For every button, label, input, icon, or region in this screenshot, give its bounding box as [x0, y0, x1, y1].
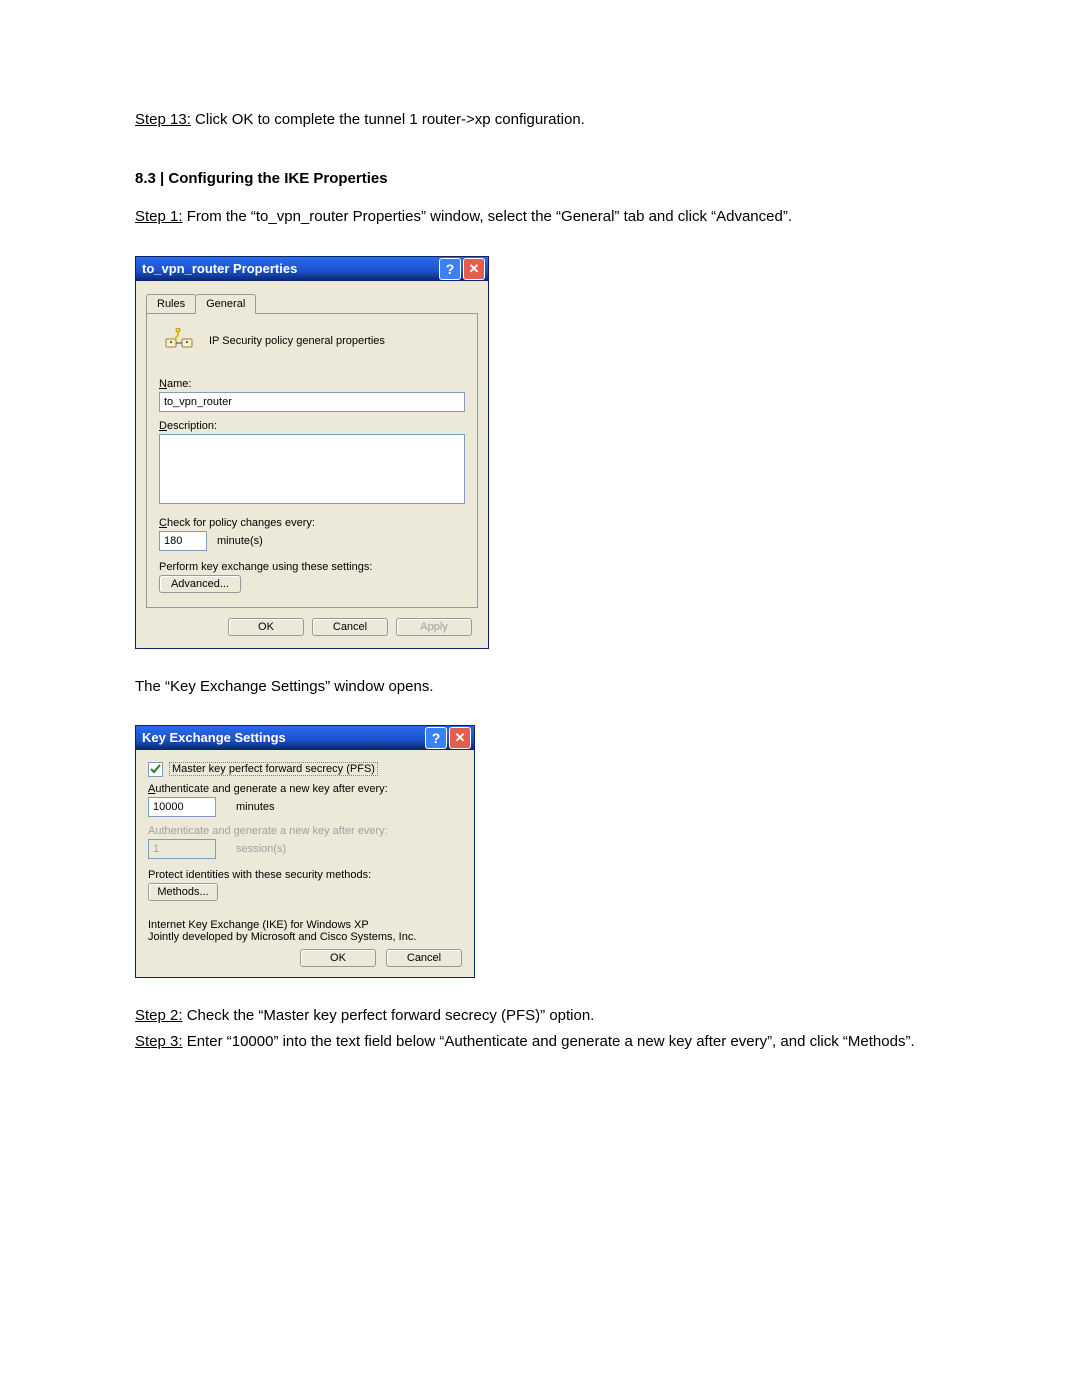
help-button[interactable]: ? — [439, 258, 461, 280]
ok-button[interactable]: OK — [228, 618, 304, 636]
auth-sessions-input — [148, 839, 216, 859]
description-textarea[interactable] — [159, 434, 465, 504]
help-icon: ? — [446, 261, 455, 277]
tab-rules[interactable]: Rules — [146, 294, 196, 313]
sessions-unit: session(s) — [236, 843, 286, 855]
protect-label: Protect identities with these security m… — [148, 869, 462, 881]
close-icon: ✕ — [455, 730, 466, 746]
name-input[interactable] — [159, 392, 465, 412]
step1-line: Step 1: From the “to_vpn_router Properti… — [135, 207, 945, 227]
step13-text: Click OK to complete the tunnel 1 router… — [191, 111, 585, 128]
properties-dialog: to_vpn_router Properties ? ✕ Rules Gener… — [135, 256, 489, 649]
step2-label: Step 2: — [135, 1007, 183, 1024]
step13-line: Step 13: Click OK to complete the tunnel… — [135, 110, 945, 130]
info-block: Internet Key Exchange (IKE) for Windows … — [148, 919, 462, 943]
name-label: Name: — [159, 378, 465, 390]
advanced-button[interactable]: Advanced... — [159, 575, 241, 593]
step1-text: From the “to_vpn_router Properties” wind… — [183, 208, 792, 225]
check-label: Check for policy changes every: — [159, 517, 465, 529]
step3-label: Step 3: — [135, 1033, 183, 1050]
auth-sess-label: Authenticate and generate a new key afte… — [148, 825, 462, 837]
close-button[interactable]: ✕ — [463, 258, 485, 280]
titlebar[interactable]: Key Exchange Settings ? ✕ — [136, 726, 474, 750]
help-icon: ? — [432, 730, 441, 746]
pfs-label: Master key perfect forward secrecy (PFS) — [169, 762, 378, 776]
window-title: to_vpn_router Properties — [142, 261, 297, 276]
minutes-unit: minutes — [236, 801, 275, 813]
apply-button[interactable]: Apply — [396, 618, 472, 636]
dialog-buttons: OK Cancel — [148, 949, 462, 967]
check-interval-input[interactable] — [159, 531, 207, 551]
tab-panel-general: IP Security policy general properties Na… — [146, 313, 478, 608]
help-button[interactable]: ? — [425, 727, 447, 749]
auth-min-label: Authenticate and generate a new key afte… — [148, 783, 462, 795]
perform-label: Perform key exchange using these setting… — [159, 561, 465, 573]
step3-line: Step 3: Enter “10000” into the text fiel… — [135, 1032, 945, 1052]
step13-label: Step 13: — [135, 111, 191, 128]
tab-general[interactable]: General — [195, 294, 256, 314]
policy-icon — [165, 328, 195, 354]
auth-minutes-input[interactable] — [148, 797, 216, 817]
tab-strip: Rules General — [146, 291, 478, 313]
ok-button[interactable]: OK — [300, 949, 376, 967]
step1-label: Step 1: — [135, 208, 183, 225]
step2-text: Check the “Master key perfect forward se… — [183, 1007, 595, 1024]
description-label: Description: — [159, 420, 465, 432]
titlebar[interactable]: to_vpn_router Properties ? ✕ — [136, 257, 488, 281]
step2-line: Step 2: Check the “Master key perfect fo… — [135, 1006, 945, 1026]
cancel-button[interactable]: Cancel — [386, 949, 462, 967]
info-line-2: Jointly developed by Microsoft and Cisco… — [148, 931, 462, 943]
info-line-1: Internet Key Exchange (IKE) for Windows … — [148, 919, 462, 931]
close-button[interactable]: ✕ — [449, 727, 471, 749]
kes-opens: The “Key Exchange Settings” window opens… — [135, 677, 945, 697]
window-title: Key Exchange Settings — [142, 730, 286, 745]
step3-text: Enter “10000” into the text field below … — [183, 1033, 915, 1050]
minutes-unit: minute(s) — [217, 535, 263, 547]
pfs-checkbox[interactable] — [148, 762, 163, 777]
close-icon: ✕ — [469, 261, 480, 277]
section-heading: 8.3 | Configuring the IKE Properties — [135, 170, 945, 187]
cancel-button[interactable]: Cancel — [312, 618, 388, 636]
icon-caption: IP Security policy general properties — [209, 335, 385, 347]
key-exchange-dialog: Key Exchange Settings ? ✕ Master key per… — [135, 725, 475, 978]
pfs-row: Master key perfect forward secrecy (PFS) — [148, 762, 462, 777]
dialog-buttons: OK Cancel Apply — [146, 608, 478, 636]
methods-button[interactable]: Methods... — [148, 883, 218, 901]
